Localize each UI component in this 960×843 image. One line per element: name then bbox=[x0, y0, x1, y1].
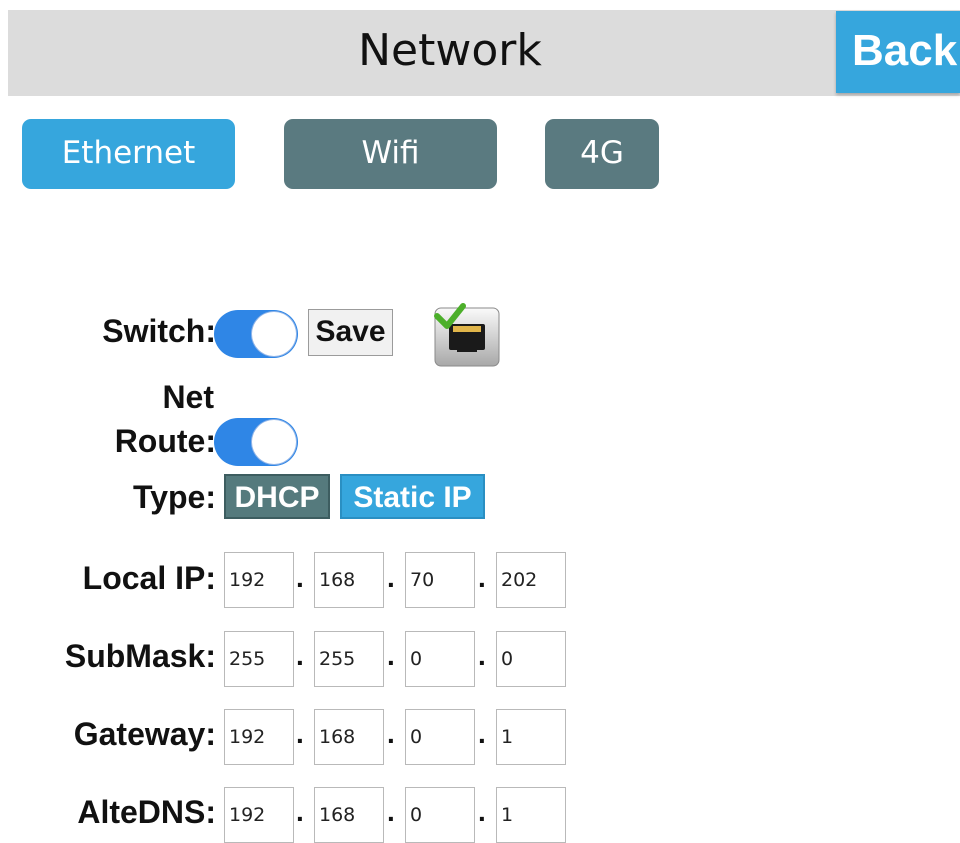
ip-dot: . bbox=[387, 718, 395, 749]
gateway-octet-4[interactable]: 1 bbox=[496, 709, 566, 765]
ip-dot: . bbox=[296, 718, 304, 749]
type-label: Type: bbox=[133, 479, 216, 515]
gateway-octet-3[interactable]: 0 bbox=[405, 709, 475, 765]
tab-wifi[interactable]: Wifi bbox=[284, 119, 497, 189]
toggle-knob bbox=[252, 312, 296, 356]
local-ip-octet-3[interactable]: 70 bbox=[405, 552, 475, 608]
ip-dot: . bbox=[478, 796, 486, 827]
tab-ethernet[interactable]: Ethernet bbox=[22, 119, 235, 189]
gateway-octet-2[interactable]: 168 bbox=[314, 709, 384, 765]
ip-dot: . bbox=[478, 718, 486, 749]
net-route-label-line1: Net bbox=[162, 379, 214, 415]
page-title: Network bbox=[358, 25, 542, 76]
local-ip-octet-2[interactable]: 168 bbox=[314, 552, 384, 608]
submask-octet-1[interactable]: 255 bbox=[224, 631, 294, 687]
dhcp-button[interactable]: DHCP bbox=[224, 474, 330, 519]
altdns-octet-2[interactable]: 168 bbox=[314, 787, 384, 843]
submask-octet-2[interactable]: 255 bbox=[314, 631, 384, 687]
switch-label: Switch: bbox=[102, 313, 216, 349]
back-button[interactable]: Back bbox=[836, 11, 960, 93]
altdns-octet-4[interactable]: 1 bbox=[496, 787, 566, 843]
ip-dot: . bbox=[296, 796, 304, 827]
gateway-octet-1[interactable]: 192 bbox=[224, 709, 294, 765]
save-button[interactable]: Save bbox=[308, 309, 393, 356]
ip-dot: . bbox=[296, 562, 304, 593]
ethernet-connected-icon bbox=[434, 303, 500, 367]
altdns-octet-3[interactable]: 0 bbox=[405, 787, 475, 843]
net-route-label-line2: Route: bbox=[114, 423, 216, 459]
ip-dot: . bbox=[387, 562, 395, 593]
title-bar: Network bbox=[8, 10, 960, 96]
net-route-toggle[interactable] bbox=[214, 418, 298, 466]
gateway-label: Gateway: bbox=[73, 716, 216, 752]
static-ip-button[interactable]: Static IP bbox=[340, 474, 485, 519]
ip-dot: . bbox=[296, 640, 304, 671]
local-ip-octet-1[interactable]: 192 bbox=[224, 552, 294, 608]
submask-octet-4[interactable]: 0 bbox=[496, 631, 566, 687]
altdns-octet-1[interactable]: 192 bbox=[224, 787, 294, 843]
switch-toggle[interactable] bbox=[214, 310, 298, 358]
altdns-label: AlteDNS: bbox=[77, 794, 216, 830]
ip-dot: . bbox=[387, 796, 395, 827]
submask-octet-3[interactable]: 0 bbox=[405, 631, 475, 687]
ip-dot: . bbox=[478, 562, 486, 593]
local-ip-label: Local IP: bbox=[82, 560, 216, 596]
toggle-knob bbox=[252, 420, 296, 464]
ip-dot: . bbox=[387, 640, 395, 671]
submask-label: SubMask: bbox=[64, 638, 216, 674]
local-ip-octet-4[interactable]: 202 bbox=[496, 552, 566, 608]
ip-dot: . bbox=[478, 640, 486, 671]
tab-4g[interactable]: 4G bbox=[545, 119, 659, 189]
